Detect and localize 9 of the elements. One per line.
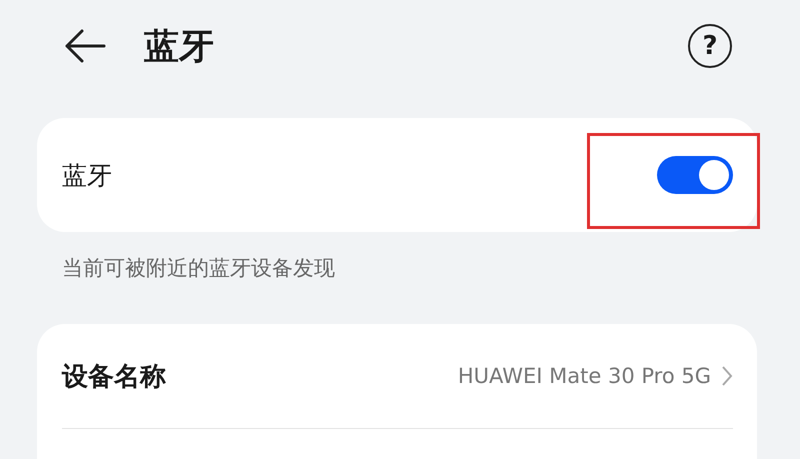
chevron-icon	[721, 365, 733, 387]
setting-label: 蓝牙	[62, 160, 113, 192]
setting-label: 设备名称	[62, 360, 167, 394]
back-icon[interactable]	[64, 29, 106, 63]
setting-value: HUAWEI Mate 30 Pro 5G	[458, 364, 711, 388]
page-title: 蓝牙	[144, 26, 215, 68]
toggle-switch[interactable]	[657, 156, 733, 194]
help-button[interactable]: ?	[688, 24, 732, 68]
caption-text: 当前可被附近的蓝牙设备发现	[61, 255, 336, 282]
